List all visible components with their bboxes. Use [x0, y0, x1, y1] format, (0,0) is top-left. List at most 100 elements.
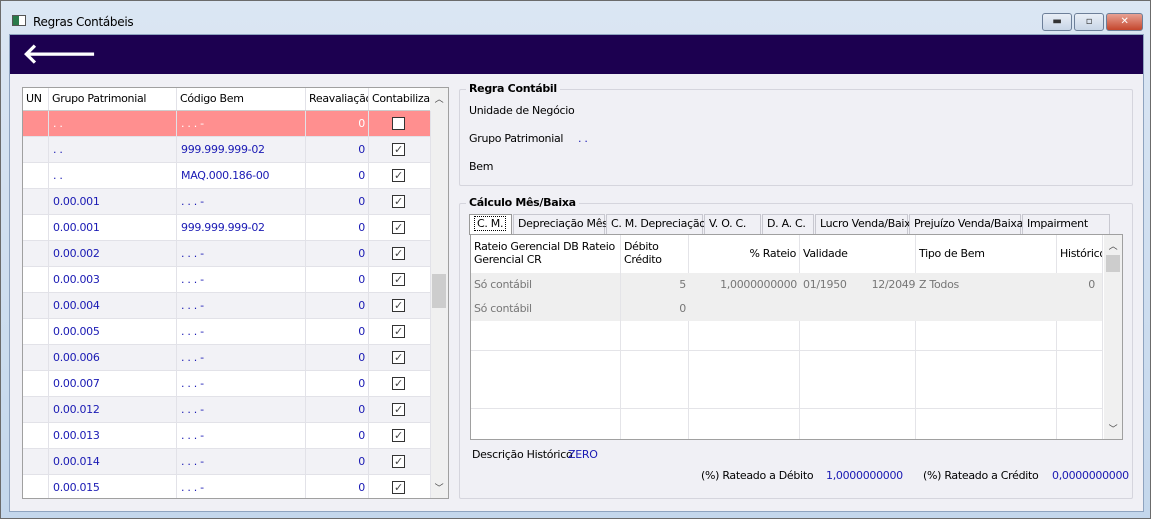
minimize-button[interactable]: ▬: [1042, 13, 1072, 31]
table-row[interactable]: 0.00.002. . . -0 ✓: [23, 241, 431, 267]
col-reavaliacao[interactable]: Reavaliação: [306, 88, 369, 110]
table-row[interactable]: . .. . . -0: [23, 111, 431, 137]
table-row[interactable]: . . MAQ.000.186-00 0 ✓: [23, 163, 431, 189]
table-row[interactable]: [471, 351, 1103, 409]
col-un[interactable]: UN: [23, 88, 49, 110]
checkbox-checked[interactable]: ✓: [392, 429, 405, 442]
cell: [689, 297, 800, 321]
cell: 0: [679, 302, 686, 315]
checkbox-checked[interactable]: ✓: [392, 377, 405, 390]
table-row[interactable]: 0.00.001. . . -0 ✓: [23, 189, 431, 215]
col-header[interactable]: Débito Crédito: [621, 235, 689, 273]
cell-grupo: . .: [49, 163, 177, 188]
cell: [689, 409, 800, 439]
checkbox-checked[interactable]: ✓: [392, 403, 405, 416]
col-contabilizar[interactable]: Contabilizar: [369, 88, 431, 110]
table-row[interactable]: 0.00.005. . . -0 ✓: [23, 319, 431, 345]
cell-contabilizar: ✓: [369, 189, 431, 214]
scroll-up-icon[interactable]: ︿: [430, 92, 448, 105]
table-row[interactable]: 0.00.001 999.999.999-02 0 ✓: [23, 215, 431, 241]
table-row[interactable]: 0.00.012. . . -0 ✓: [23, 397, 431, 423]
col-header[interactable]: Tipo de Bem: [916, 235, 1057, 273]
col-header[interactable]: % Rateio: [689, 235, 800, 273]
cell: Z Todos: [919, 278, 959, 291]
close-button[interactable]: ✕: [1106, 13, 1143, 31]
tab-3[interactable]: V. O. C.: [704, 214, 761, 234]
tab-1[interactable]: Depreciação Mês: [513, 214, 608, 234]
cell: [916, 321, 1057, 350]
tab-4[interactable]: D. A. C.: [762, 214, 814, 234]
cell-un: [23, 293, 49, 318]
back-button[interactable]: 🡐: [22, 39, 97, 69]
table-row[interactable]: 0.00.007. . . -0 ✓: [23, 371, 431, 397]
cell-codigo: . . . -: [177, 241, 306, 266]
cell-reav: 0: [306, 137, 369, 162]
table-row[interactable]: 0.00.006. . . -0 ✓: [23, 345, 431, 371]
cell-un: [23, 449, 49, 474]
checkbox-checked[interactable]: ✓: [392, 273, 405, 286]
calculo-scrollbar[interactable]: ︿ ﹀: [1104, 235, 1122, 439]
table-row[interactable]: Só contábil 5 1,0000000000 01/1950 12/2049 Z …: [471, 273, 1103, 297]
window-title: Regras Contábeis: [33, 15, 134, 29]
col-grupo[interactable]: Grupo Patrimonial: [49, 88, 177, 110]
cell-codigo: MAQ.000.186-00: [177, 163, 306, 188]
col-codigo[interactable]: Código Bem: [177, 88, 306, 110]
checkbox-checked[interactable]: ✓: [392, 195, 405, 208]
cell-codigo: . . . -: [177, 111, 306, 136]
rules-grid[interactable]: UN Grupo Patrimonial Código Bem Reavalia…: [22, 87, 449, 499]
checkbox-checked[interactable]: ✓: [392, 299, 405, 312]
table-row[interactable]: [471, 321, 1103, 351]
checkbox-checked[interactable]: ✓: [392, 247, 405, 260]
checkbox-checked[interactable]: ✓: [392, 455, 405, 468]
table-row[interactable]: 0.00.013. . . -0 ✓: [23, 423, 431, 449]
tab-5[interactable]: Lucro Venda/Baixa: [815, 214, 917, 234]
table-row[interactable]: 0.00.003. . . -0 ✓: [23, 267, 431, 293]
table-row[interactable]: [471, 409, 1103, 439]
cell-codigo: . . . -: [177, 423, 306, 448]
cell: [471, 409, 621, 439]
scroll-down-icon[interactable]: ﹀: [1104, 422, 1122, 435]
cell-contabilizar: ✓: [369, 137, 431, 162]
window: Regras Contábeis ▬ ▫ ✕ 🡐 UN Grupo Patrim…: [0, 0, 1151, 519]
col-header[interactable]: Histórico: [1057, 235, 1103, 273]
tab-7[interactable]: Impairment: [1022, 214, 1110, 234]
table-row[interactable]: 0.00.004. . . -0 ✓: [23, 293, 431, 319]
cell-codigo: . . . -: [177, 371, 306, 396]
scroll-up-icon[interactable]: ︿: [1104, 239, 1122, 252]
calculo-grid[interactable]: ︿ ﹀ Rateio Gerencial DB Rateio Gerencial…: [470, 234, 1123, 440]
col-header[interactable]: Rateio Gerencial DB Rateio Gerencial CR: [471, 235, 621, 273]
col-header[interactable]: Validade: [800, 235, 916, 273]
table-row[interactable]: 0.00.014. . . -0 ✓: [23, 449, 431, 475]
tab-0[interactable]: C. M.: [469, 214, 512, 235]
cell-grupo: . .: [49, 111, 177, 136]
scroll-down-icon[interactable]: ﹀: [430, 481, 448, 494]
tab-label: Depreciação Mês: [518, 217, 608, 230]
table-row[interactable]: Só contábil 0: [471, 297, 1103, 321]
grid-scrollbar[interactable]: ︿ ﹀: [430, 88, 448, 498]
checkbox-checked[interactable]: ✓: [392, 143, 405, 156]
debito-label: (%) Rateado a Débito: [701, 469, 814, 482]
cell: [471, 321, 621, 350]
cell-codigo: . . . -: [177, 397, 306, 422]
table-row[interactable]: . . 999.999.999-02 0 ✓: [23, 137, 431, 163]
maximize-button[interactable]: ▫: [1074, 13, 1104, 31]
checkbox-checked[interactable]: ✓: [392, 481, 405, 494]
checkbox-checked[interactable]: ✓: [392, 169, 405, 182]
cell-codigo: . . . -: [177, 449, 306, 474]
table-row[interactable]: 0.00.015. . . -0 ✓: [23, 475, 431, 498]
cell: [689, 321, 800, 350]
cell: [621, 409, 689, 439]
scroll-thumb[interactable]: [1106, 255, 1120, 272]
cell-grupo: 0.00.007: [49, 371, 177, 396]
scroll-thumb[interactable]: [432, 274, 446, 308]
tab-6[interactable]: Prejuízo Venda/Baixa: [909, 214, 1023, 234]
cell-reav: 0: [306, 345, 369, 370]
cell-un: [23, 137, 49, 162]
debito-value: 1,0000000000: [826, 469, 903, 482]
checkbox-unchecked[interactable]: [392, 117, 405, 130]
checkbox-checked[interactable]: ✓: [392, 221, 405, 234]
checkbox-checked[interactable]: ✓: [392, 325, 405, 338]
tab-2[interactable]: C. M. Depreciação: [606, 214, 706, 234]
cell: 5: [679, 278, 686, 291]
checkbox-checked[interactable]: ✓: [392, 351, 405, 364]
